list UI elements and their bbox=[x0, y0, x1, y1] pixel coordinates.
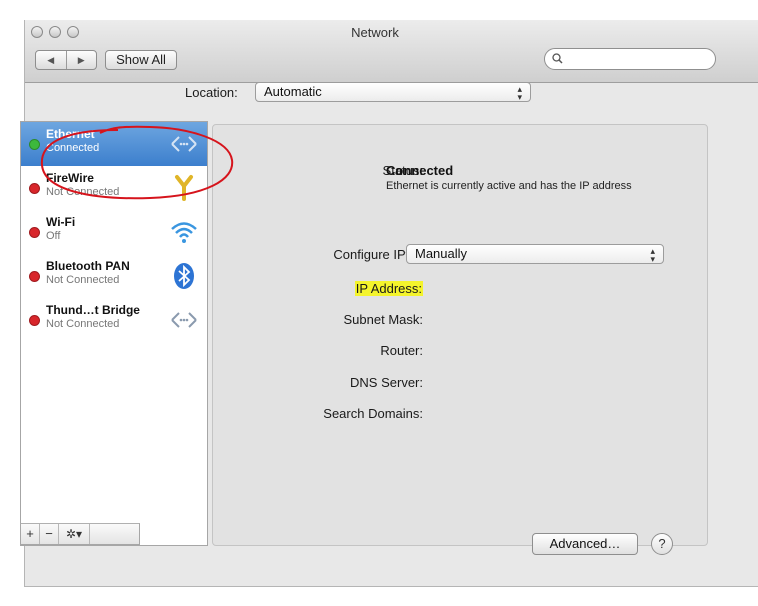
service-name: FireWire bbox=[46, 171, 94, 185]
bluetooth-icon bbox=[174, 263, 194, 289]
subnet-mask-label: Subnet Mask: bbox=[343, 312, 424, 327]
dns-server-label: DNS Server: bbox=[350, 375, 423, 390]
wifi-icon bbox=[171, 222, 197, 243]
configure-ipv4-value: Manually bbox=[415, 246, 468, 261]
configure-ipv4-popup[interactable]: Manually ▴ ▾ bbox=[406, 244, 664, 264]
service-status: Not Connected bbox=[46, 318, 120, 330]
show-all-button[interactable]: Show All bbox=[105, 50, 177, 70]
service-item-bluetooth-pan[interactable]: Bluetooth PAN Not Connected bbox=[21, 254, 207, 298]
status-indicator-icon bbox=[29, 139, 40, 150]
action-gear-button[interactable]: ✲▾ bbox=[59, 524, 90, 544]
service-item-thunderbolt-bridge[interactable]: Thund…t Bridge Not Connected bbox=[21, 298, 207, 342]
service-status: Off bbox=[46, 230, 61, 242]
location-label: Location: bbox=[185, 85, 238, 100]
status-indicator-icon bbox=[29, 315, 40, 326]
service-name: Thund…t Bridge bbox=[46, 303, 140, 317]
location-popup[interactable]: Automatic ▴ ▾ bbox=[255, 82, 531, 102]
popup-arrows-icon: ▴ ▾ bbox=[650, 246, 655, 264]
service-item-wifi[interactable]: Wi-Fi Off bbox=[21, 210, 207, 254]
forward-button[interactable]: ▶ bbox=[67, 51, 97, 69]
service-name: Bluetooth PAN bbox=[46, 259, 130, 273]
search-domains-label: Search Domains: bbox=[323, 406, 423, 421]
add-service-button[interactable]: + bbox=[21, 524, 40, 544]
status-indicator-icon bbox=[29, 227, 40, 238]
service-name: Ethernet bbox=[46, 127, 95, 141]
back-forward-control: ◀ ▶ bbox=[35, 50, 97, 70]
title-bar: Network ◀ ▶ Show All bbox=[25, 20, 758, 83]
status-indicator-icon bbox=[29, 183, 40, 194]
help-button[interactable]: ? bbox=[651, 533, 673, 555]
service-status: Connected bbox=[46, 142, 100, 154]
firewire-icon bbox=[175, 175, 193, 201]
service-item-ethernet[interactable]: Ethernet Connected bbox=[21, 122, 207, 166]
popup-arrows-icon: ▴ ▾ bbox=[517, 84, 522, 102]
router-label: Router: bbox=[380, 343, 423, 358]
service-list: Ethernet Connected FireWire Not Connecte… bbox=[20, 121, 208, 546]
window-title: Network bbox=[351, 25, 399, 40]
thunderbolt-bridge-icon bbox=[171, 312, 197, 328]
service-list-toolbar: + − ✲▾ bbox=[20, 523, 140, 545]
search-icon bbox=[552, 53, 563, 64]
ip-address-label-text: IP Address: bbox=[354, 281, 423, 296]
service-item-firewire[interactable]: FireWire Not Connected bbox=[21, 166, 207, 210]
remove-service-button[interactable]: − bbox=[40, 524, 59, 544]
ethernet-arrows-icon bbox=[171, 136, 197, 152]
back-button[interactable]: ◀ bbox=[36, 51, 67, 69]
search-input[interactable] bbox=[567, 51, 711, 69]
service-name: Wi-Fi bbox=[46, 215, 76, 229]
location-value: Automatic bbox=[264, 84, 322, 99]
service-status: Not Connected bbox=[46, 274, 120, 286]
status-indicator-icon bbox=[29, 271, 40, 282]
ip-address-label: IP Address: bbox=[354, 281, 423, 296]
status-value: Connected bbox=[386, 163, 454, 178]
search-field[interactable] bbox=[544, 48, 716, 70]
service-status: Not Connected bbox=[46, 186, 120, 198]
advanced-button[interactable]: Advanced… bbox=[532, 533, 638, 555]
status-description: Ethernet is currently active and has the… bbox=[386, 180, 632, 192]
